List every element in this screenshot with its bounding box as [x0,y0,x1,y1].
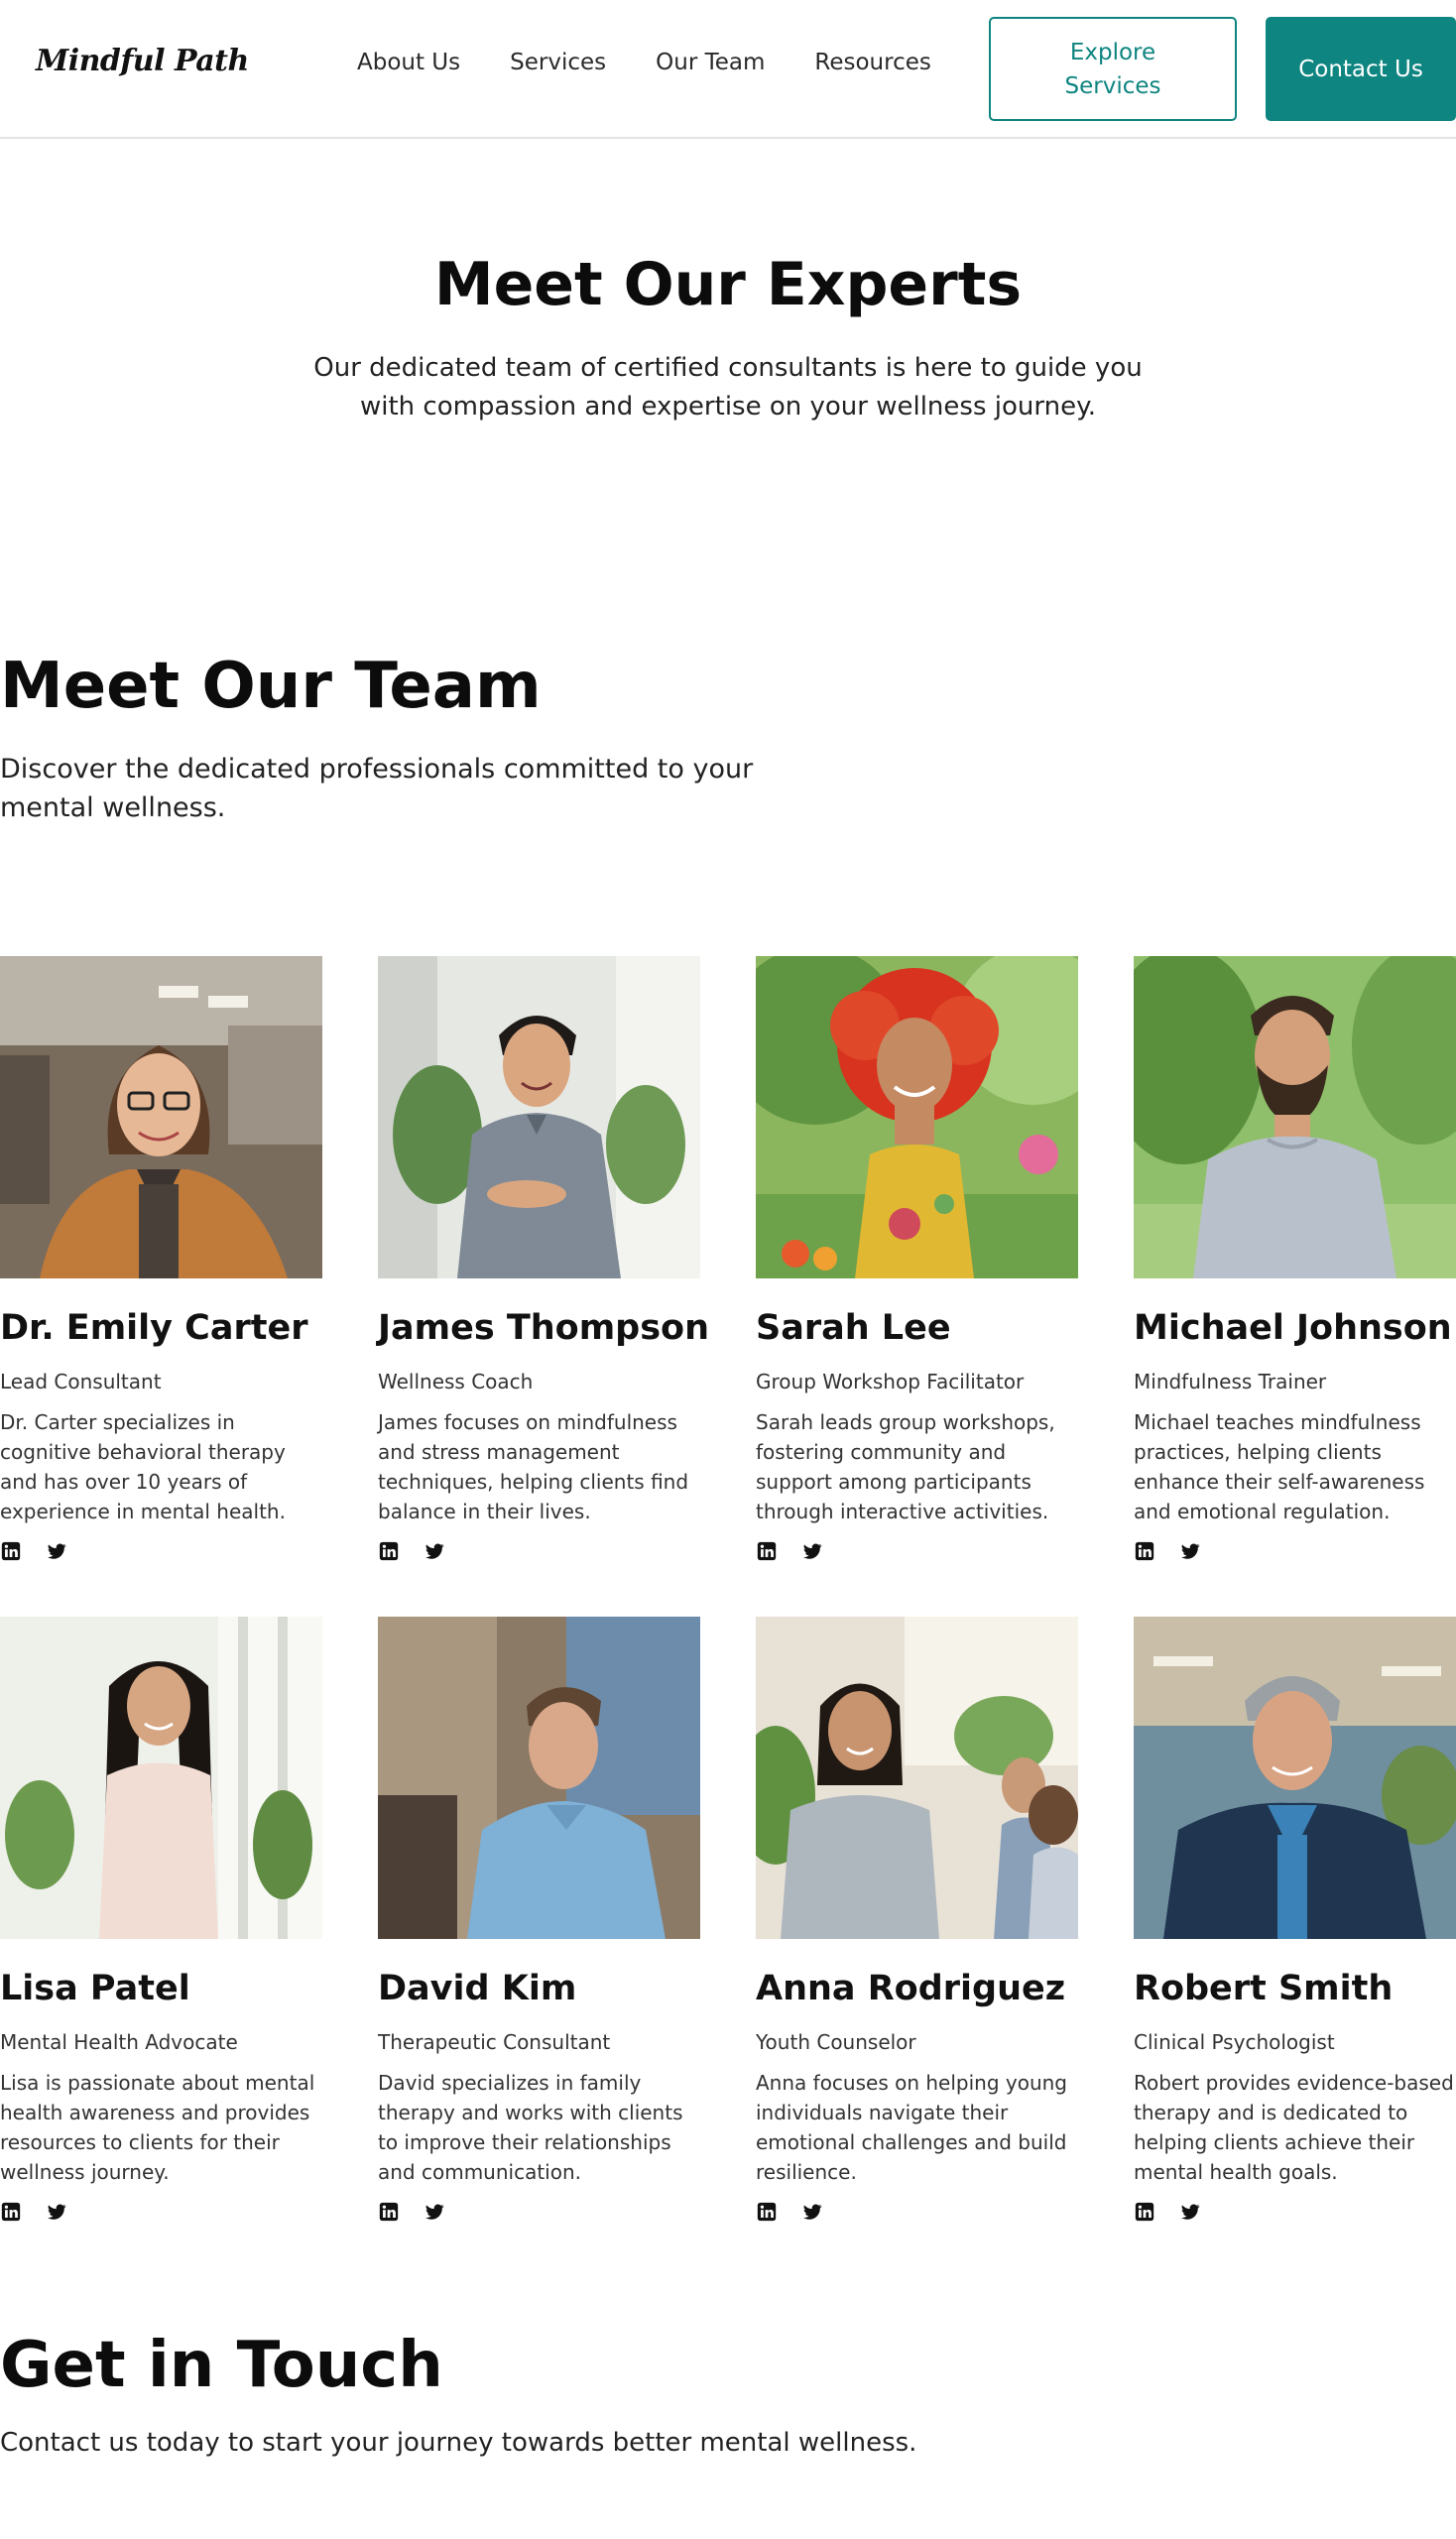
nav-links: About Us Services Our Team Resources [357,50,931,75]
team-member-name: David Kim [378,1969,577,2008]
twitter-icon[interactable] [46,1540,67,1562]
team-member-bio: Michael teaches mindfulness practices, h… [1134,1410,1425,1523]
social-links [756,2201,1078,2223]
contact-us-button[interactable]: Contact Us [1266,17,1456,121]
social-links [0,1540,322,1562]
twitter-icon[interactable] [801,2201,823,2223]
social-links [378,2201,700,2223]
team-member-photo [0,1617,322,1939]
team-card: Sarah Lee Group Workshop Facilitator Sar… [756,956,1078,1562]
team-member-role: Lead Consultant [0,1370,162,1393]
linkedin-icon[interactable] [1134,1540,1155,1562]
team-member-bio: Lisa is passionate about mental health a… [0,2071,315,2184]
team-member-name: Robert Smith [1134,1969,1394,2008]
twitter-icon[interactable] [424,1540,445,1562]
twitter-icon[interactable] [1179,2201,1201,2223]
team-member-photo [378,1617,700,1939]
social-links [0,2201,322,2223]
team-card: David Kim Therapeutic Consultant David s… [378,1617,700,2223]
contact-section-title: Get in Touch [0,2329,443,2402]
team-card: Robert Smith Clinical Psychologist Rober… [1134,1617,1456,2223]
team-member-photo [1134,956,1456,1278]
contact-section-subtitle: Contact us today to start your journey t… [0,2428,917,2458]
nav-link-services[interactable]: Services [510,50,606,75]
linkedin-icon[interactable] [1134,2201,1155,2223]
social-links [1134,1540,1456,1562]
linkedin-icon[interactable] [0,1540,22,1562]
nav-link-resources[interactable]: Resources [814,50,930,75]
linkedin-icon[interactable] [378,1540,400,1562]
team-member-role: Wellness Coach [378,1370,534,1393]
team-member-name: James Thompson [378,1308,710,1348]
linkedin-icon[interactable] [378,2201,400,2223]
logo[interactable]: Mindful Path [36,44,249,78]
linkedin-icon[interactable] [756,2201,778,2223]
linkedin-icon[interactable] [0,2201,22,2223]
team-member-role: Mental Health Advocate [0,2030,238,2054]
team-card: James Thompson Wellness Coach James focu… [378,956,710,1562]
team-member-bio: Dr. Carter specializes in cognitive beha… [0,1410,286,1523]
team-member-bio: Robert provides evidence-based therapy a… [1134,2071,1454,2184]
twitter-icon[interactable] [424,2201,445,2223]
team-card: Lisa Patel Mental Health Advocate Lisa i… [0,1617,322,2223]
twitter-icon[interactable] [46,2201,67,2223]
hero-subtitle: Our dedicated team of certified consulta… [313,353,1143,422]
social-links [1134,2201,1456,2223]
team-card: Michael Johnson Mindfulness Trainer Mich… [1134,956,1456,1562]
nav-link-about-us[interactable]: About Us [357,50,460,75]
twitter-icon[interactable] [1179,1540,1201,1562]
team-section-title: Meet Our Team [0,650,542,723]
team-member-photo [756,956,1078,1278]
team-member-bio: David specializes in family therapy and … [378,2071,683,2184]
twitter-icon[interactable] [801,1540,823,1562]
linkedin-icon[interactable] [756,1540,778,1562]
team-member-name: Anna Rodriguez [756,1969,1066,2008]
team-member-bio: James focuses on mindfulness and stress … [378,1410,689,1523]
team-section-subtitle: Discover the dedicated professionals com… [0,754,754,823]
social-links [378,1540,700,1562]
team-member-name: Sarah Lee [756,1308,951,1348]
team-member-name: Michael Johnson [1134,1308,1452,1348]
hero-title: Meet Our Experts [433,250,1023,319]
team-member-photo [378,956,700,1278]
social-links [756,1540,1078,1562]
team-member-role: Youth Counselor [756,2030,916,2054]
team-member-photo [756,1617,1078,1939]
team-card: Dr. Emily Carter Lead Consultant Dr. Car… [0,956,322,1562]
team-member-photo [1134,1617,1456,1939]
team-member-photo [0,956,322,1278]
team-member-role: Group Workshop Facilitator [756,1370,1025,1393]
team-member-bio: Anna focuses on helping young individual… [756,2071,1068,2184]
team-member-name: Lisa Patel [0,1969,190,2008]
team-member-role: Therapeutic Consultant [378,2030,611,2054]
team-member-name: Dr. Emily Carter [0,1308,308,1348]
nav-link-our-team[interactable]: Our Team [656,50,765,75]
explore-services-button[interactable]: Explore Services [989,17,1237,121]
top-nav: Mindful Path About Us Services Our Team … [0,0,1456,139]
team-member-role: Clinical Psychologist [1134,2030,1335,2054]
team-member-bio: Sarah leads group workshops, fostering c… [756,1410,1055,1523]
team-member-role: Mindfulness Trainer [1134,1370,1327,1393]
team-card: Anna Rodriguez Youth Counselor Anna focu… [756,1617,1078,2223]
